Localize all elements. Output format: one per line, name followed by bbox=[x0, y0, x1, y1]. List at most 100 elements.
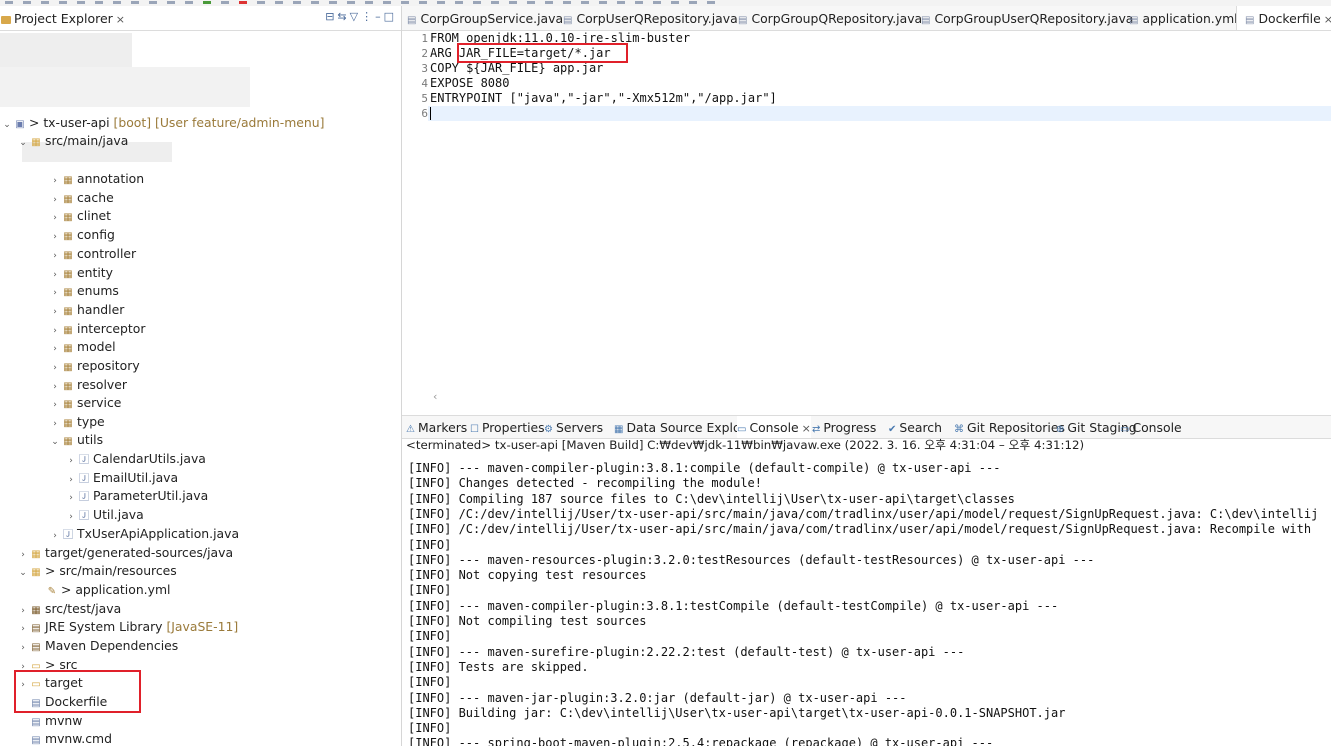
tree-item-resolver[interactable]: › ▦ resolver bbox=[48, 376, 127, 394]
close-icon[interactable]: × bbox=[802, 422, 811, 435]
chevron-right-icon[interactable]: › bbox=[48, 340, 62, 358]
close-icon[interactable]: × bbox=[116, 13, 125, 26]
tree-item-repository[interactable]: › ▦ repository bbox=[48, 357, 139, 377]
chevron-right-icon[interactable]: › bbox=[48, 359, 62, 377]
tree-item-app[interactable]: › 🄹 TxUserApiApplication.java bbox=[48, 525, 239, 543]
tree-item-label: controller bbox=[77, 246, 137, 261]
chevron-down-icon[interactable]: ⌄ bbox=[0, 116, 14, 134]
maximize-icon[interactable]: □ bbox=[384, 10, 397, 23]
tree-item-proj[interactable]: ⌄ ▣ > tx-user-api [boot] [User feature/adm… bbox=[0, 114, 324, 132]
tree-item-annotation[interactable]: › ▦ annotation bbox=[48, 170, 144, 188]
console-line: [INFO] bbox=[408, 629, 452, 644]
yml-file-icon: ✎ bbox=[47, 586, 57, 597]
chevron-right-icon[interactable]: › bbox=[48, 396, 62, 414]
tree-item-test[interactable]: › ▦ src/test/java bbox=[16, 600, 121, 618]
horizontal-scrollbar[interactable]: ‹ bbox=[428, 390, 1331, 404]
tree-item-util[interactable]: › 🄹 Util.java bbox=[64, 506, 144, 524]
scroll-left-icon[interactable]: ‹ bbox=[432, 390, 439, 403]
tree-item-gen[interactable]: › ▦ target/generated-sources/java bbox=[16, 544, 233, 562]
chevron-down-icon[interactable]: ⌄ bbox=[16, 134, 30, 152]
blurred-region bbox=[0, 67, 250, 107]
tree-item-res[interactable]: ⌄ ▦ > src/main/resources bbox=[16, 562, 177, 580]
link-editor-icon[interactable]: ⇆ bbox=[337, 10, 349, 23]
tree-item-mvnwcmd[interactable]: ▤ mvnw.cmd bbox=[16, 730, 112, 746]
filter-icon[interactable]: ▽ bbox=[350, 10, 361, 23]
file-icon: ▤ bbox=[921, 15, 931, 26]
chevron-right-icon[interactable]: › bbox=[16, 620, 30, 638]
chevron-right-icon[interactable]: › bbox=[64, 452, 78, 470]
chevron-right-icon[interactable]: › bbox=[16, 639, 30, 657]
console-tab-7[interactable]: ⌘ Git Repositories bbox=[954, 416, 1065, 438]
tree-item-label: annotation bbox=[77, 171, 145, 186]
tree-item-entity[interactable]: › ▦ entity bbox=[48, 264, 113, 282]
tree-item-param[interactable]: › 🄹 ParameterUtil.java bbox=[64, 487, 208, 505]
console-line: [INFO] Not compiling test sources bbox=[408, 614, 647, 628]
tree-item-clinet[interactable]: › ▦ clinet bbox=[48, 207, 111, 225]
editor-tab-label: Dockerfile bbox=[1258, 11, 1321, 26]
line-number: 3 bbox=[421, 62, 428, 75]
chevron-down-icon[interactable]: ⌄ bbox=[48, 433, 62, 451]
tree-item-utils[interactable]: ⌄ ▦ utils bbox=[48, 431, 103, 449]
tree-item-config[interactable]: › ▦ config bbox=[48, 226, 115, 244]
editor-tab-3[interactable]: ▤ CorpGroupUserQRepository.java bbox=[921, 6, 1133, 30]
tree-item-mvnw[interactable]: ▤ mvnw bbox=[16, 712, 82, 730]
tree-item-label: > application.yml bbox=[61, 582, 171, 597]
chevron-right-icon[interactable]: › bbox=[48, 284, 62, 302]
package-icon: ▦ bbox=[63, 306, 73, 317]
editor-tab-2[interactable]: ▤ CorpGroupQRepository.java bbox=[738, 6, 922, 30]
chevron-down-icon[interactable]: ⌄ bbox=[16, 564, 30, 582]
chevron-right-icon[interactable]: › bbox=[48, 527, 62, 545]
tree-item-calendar[interactable]: › 🄹 CalendarUtils.java bbox=[64, 450, 206, 468]
tab-project-explorer[interactable]: Project Explorer × bbox=[0, 6, 129, 30]
tree-item-jre[interactable]: › ▤ JRE System Library [JavaSE-11] bbox=[16, 618, 238, 636]
package-icon: ▦ bbox=[31, 567, 41, 578]
tree-item-label: Util.java bbox=[93, 507, 144, 522]
chevron-right-icon[interactable]: › bbox=[64, 508, 78, 526]
console-tab-2[interactable]: ⚙ Servers bbox=[544, 416, 603, 438]
git-repositories-icon: ⌘ bbox=[954, 424, 964, 435]
tree-item-email[interactable]: › 🄹 EmailUtil.java bbox=[64, 469, 178, 487]
chevron-right-icon[interactable]: › bbox=[48, 303, 62, 321]
tree-item-enums[interactable]: › ▦ enums bbox=[48, 282, 119, 300]
console-tab-5[interactable]: ⇄ Progress bbox=[812, 416, 876, 438]
chevron-right-icon[interactable]: › bbox=[48, 172, 62, 190]
search-icon: ✔ bbox=[888, 424, 897, 435]
tree-item-handler[interactable]: › ▦ handler bbox=[48, 301, 124, 319]
chevron-right-icon[interactable]: › bbox=[48, 247, 62, 265]
console-line: [INFO] Changes detected - recompiling th… bbox=[408, 476, 763, 491]
minimize-icon[interactable]: – bbox=[375, 10, 384, 23]
editor-tab-0[interactable]: ▤ CorpGroupService.java bbox=[407, 6, 563, 30]
chevron-right-icon[interactable]: › bbox=[48, 209, 62, 227]
console-tab-1[interactable]: ☐ Properties bbox=[470, 416, 545, 438]
java-file-icon: 🄹 bbox=[79, 455, 89, 466]
tree-item-controller[interactable]: › ▦ controller bbox=[48, 245, 136, 263]
tree-item-service[interactable]: › ▦ service bbox=[48, 394, 121, 412]
chevron-right-icon[interactable]: › bbox=[48, 228, 62, 246]
console-tab-4[interactable]: ▭ Console × bbox=[737, 416, 811, 438]
tree-item-model[interactable]: › ▦ model bbox=[48, 338, 115, 358]
tree-item-label: > src/main/resources bbox=[45, 563, 177, 578]
console-line: [INFO] --- maven-compiler-plugin:3.8.1:c… bbox=[408, 461, 1001, 475]
close-icon[interactable]: × bbox=[1324, 13, 1331, 26]
tree-item-type[interactable]: › ▦ type bbox=[48, 413, 105, 431]
tree-item-cache[interactable]: › ▦ cache bbox=[48, 189, 114, 207]
current-line-highlight bbox=[428, 106, 1331, 121]
console-output[interactable]: [INFO] --- maven-compiler-plugin:3.8.1:c… bbox=[402, 453, 1331, 746]
console-tab-9[interactable]: ▭ Console bbox=[1120, 416, 1182, 438]
package-icon: ▦ bbox=[63, 399, 73, 410]
editor-tab-5[interactable]: ▤Dockerfile× bbox=[1236, 6, 1331, 30]
java-file-icon: 🄹 bbox=[79, 492, 89, 503]
dockerfile-editor[interactable]: 123456 FROM openjdk:11.0.10-jre-slim-bus… bbox=[402, 31, 1331, 404]
console-tab-6[interactable]: ✔ Search bbox=[888, 416, 942, 438]
chevron-right-icon[interactable]: › bbox=[64, 489, 78, 507]
editor-tab-4[interactable]: ▤ application.yml bbox=[1129, 6, 1238, 30]
view-menu-icon[interactable]: ⋮ bbox=[361, 10, 375, 23]
tree-item-interceptor[interactable]: › ▦ interceptor bbox=[48, 320, 145, 338]
tree-item-srcmain[interactable]: ⌄ ▦ src/main/java bbox=[16, 132, 128, 150]
console-tab-0[interactable]: ⚠ Markers bbox=[406, 416, 467, 438]
editor-tab-1[interactable]: ▤ CorpUserQRepository.java bbox=[563, 6, 738, 30]
tree-item-maven[interactable]: › ▤ Maven Dependencies bbox=[16, 637, 178, 655]
tree-item-yml[interactable]: ✎ > application.yml bbox=[32, 581, 171, 599]
collapse-all-icon[interactable]: ⊟ bbox=[325, 10, 337, 23]
highlight-box-dockerfile bbox=[14, 670, 141, 713]
